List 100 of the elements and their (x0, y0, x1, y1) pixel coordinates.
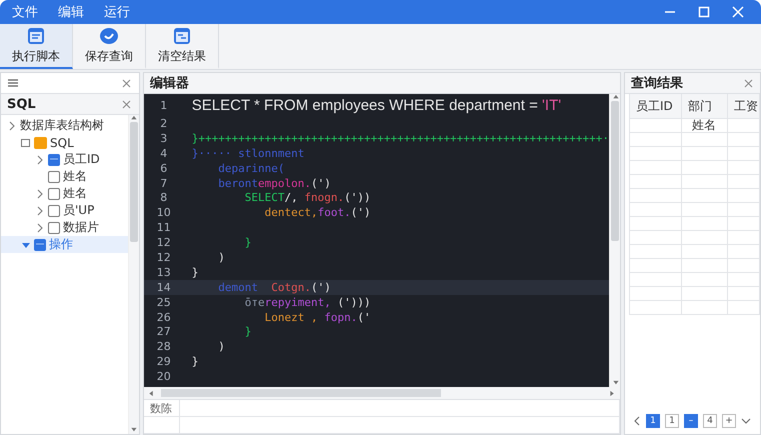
table-cell (682, 301, 728, 315)
tree-item[interactable]: 数据片 (1, 219, 128, 236)
code-line: }····· stlonnment (190, 146, 304, 160)
dropdown-caret-icon[interactable] (741, 417, 752, 425)
column-header[interactable]: 工资 (728, 94, 760, 119)
table-cell (682, 147, 728, 161)
table-cell (728, 133, 760, 147)
line-number: 12 (156, 236, 172, 250)
code-line: Lonezt , fopn.(' (264, 310, 371, 324)
code-line: SELECT * FROM employees WHERE department = 'IT' (190, 96, 562, 114)
checkbox-icon[interactable] (48, 170, 60, 182)
scroll-down-arrow-icon[interactable] (612, 380, 619, 387)
line-number: 2 (159, 116, 168, 130)
collapse-box-icon[interactable] (21, 138, 31, 148)
page-button[interactable]: 1 (665, 414, 680, 428)
table-cell (682, 245, 728, 259)
toolbar-button[interactable]: 清空结果 (146, 24, 219, 69)
table-cell (682, 273, 728, 287)
table-cell (682, 231, 728, 245)
code-line: } (244, 236, 252, 250)
column-header[interactable]: 部门 (682, 94, 728, 119)
code-line: berontempolon.(') (217, 176, 331, 190)
panel-title: 编辑器 (150, 74, 190, 92)
toolbar-button[interactable]: 执行脚本 (0, 24, 73, 69)
table-icon (48, 153, 60, 166)
table-cell (728, 273, 760, 287)
document-icon (173, 26, 191, 44)
scrollbar[interactable] (128, 115, 139, 434)
collapsed-caret-icon[interactable] (35, 222, 45, 232)
collapsed-caret-icon[interactable] (7, 120, 17, 130)
collapsed-caret-icon[interactable] (35, 188, 45, 198)
scroll-up-arrow-icon[interactable] (130, 115, 138, 122)
scroll-up-arrow-icon[interactable] (612, 94, 619, 101)
previous-page-icon[interactable] (633, 416, 642, 426)
collapsed-caret-icon[interactable] (35, 206, 45, 216)
line-number: 12 (156, 250, 172, 264)
column-header[interactable]: 员工ID (630, 94, 682, 119)
code-line: deparinne( (217, 162, 284, 175)
line-number: 10 (156, 206, 172, 220)
tree-item[interactable]: 员工ID (1, 151, 128, 168)
table-cell (728, 231, 760, 245)
line-number: 14 (156, 280, 172, 294)
code-line: }+++++++++++++++++++++++++++++++++++++++++++++++++++++++++++++· (190, 132, 610, 145)
line-number: 8 (159, 191, 168, 204)
table-cell (682, 217, 728, 231)
table-cell (728, 161, 760, 175)
page-button[interactable]: 4 (703, 414, 718, 428)
table-cell: 数陈 (144, 400, 180, 417)
line-number: 1 (159, 98, 168, 112)
line-number: 29 (156, 355, 172, 368)
scrollbar[interactable] (609, 94, 620, 387)
table-cell (728, 287, 760, 301)
checkbox-icon[interactable] (48, 204, 60, 216)
page-button[interactable]: 1 (646, 414, 660, 428)
table-cell (728, 203, 760, 217)
scroll-down-arrow-icon[interactable] (130, 427, 138, 434)
code-line: ōтe repyiment, ('))) (244, 296, 371, 309)
tree-item[interactable]: 员'UP (1, 202, 128, 219)
line-number: 27 (156, 325, 172, 338)
page-button[interactable]: + (722, 414, 736, 428)
code-line: ) (217, 340, 225, 354)
code-line: } (190, 355, 198, 368)
checkbox-icon[interactable] (48, 188, 60, 200)
table-cell (682, 161, 728, 175)
menu-icon[interactable] (7, 78, 19, 88)
line-number: 13 (156, 266, 172, 279)
panel-title: 查询结果 (631, 75, 684, 92)
collapsed-caret-icon[interactable] (35, 154, 45, 164)
line-number: 11 (156, 221, 172, 234)
line-number: 3 (159, 132, 168, 145)
toolbar-button[interactable]: 保存查询 (73, 24, 146, 69)
tree-item[interactable]: SQL (1, 134, 128, 151)
line-number: 4 (159, 146, 168, 160)
table-cell (728, 189, 760, 203)
tree-item[interactable]: 姓名 (1, 168, 128, 185)
line-number: 7 (159, 176, 168, 190)
table-cell (682, 133, 728, 147)
close-icon[interactable] (732, 6, 744, 18)
page-button[interactable]: – (684, 414, 698, 428)
scroll-left-arrow-icon[interactable] (148, 390, 155, 396)
table-cell (728, 119, 760, 133)
menu-item[interactable]: 编辑 (58, 3, 94, 21)
table-cell (728, 259, 760, 273)
tree-item[interactable]: 数据库表结构树 (1, 117, 128, 134)
tree-item[interactable]: 操作 (1, 236, 128, 253)
code-line: } (190, 266, 198, 279)
table-cell (682, 259, 728, 273)
table-cell (728, 217, 760, 231)
checkbox-icon[interactable] (48, 222, 60, 234)
maximize-icon[interactable] (698, 6, 710, 18)
panel-title: SQL (7, 96, 37, 112)
code-line: ) (217, 250, 225, 264)
menu-item[interactable]: 文件 (12, 3, 48, 21)
code-editor[interactable] (144, 94, 620, 387)
scroll-right-arrow-icon[interactable] (609, 390, 616, 396)
tree-item[interactable]: 姓名 (1, 185, 128, 202)
menu-item[interactable]: 运行 (104, 3, 140, 21)
horizontal-scrollbar[interactable] (144, 387, 620, 399)
code-line: SELECT/, fnogn.(')) (244, 191, 371, 204)
line-number: 28 (156, 340, 172, 354)
